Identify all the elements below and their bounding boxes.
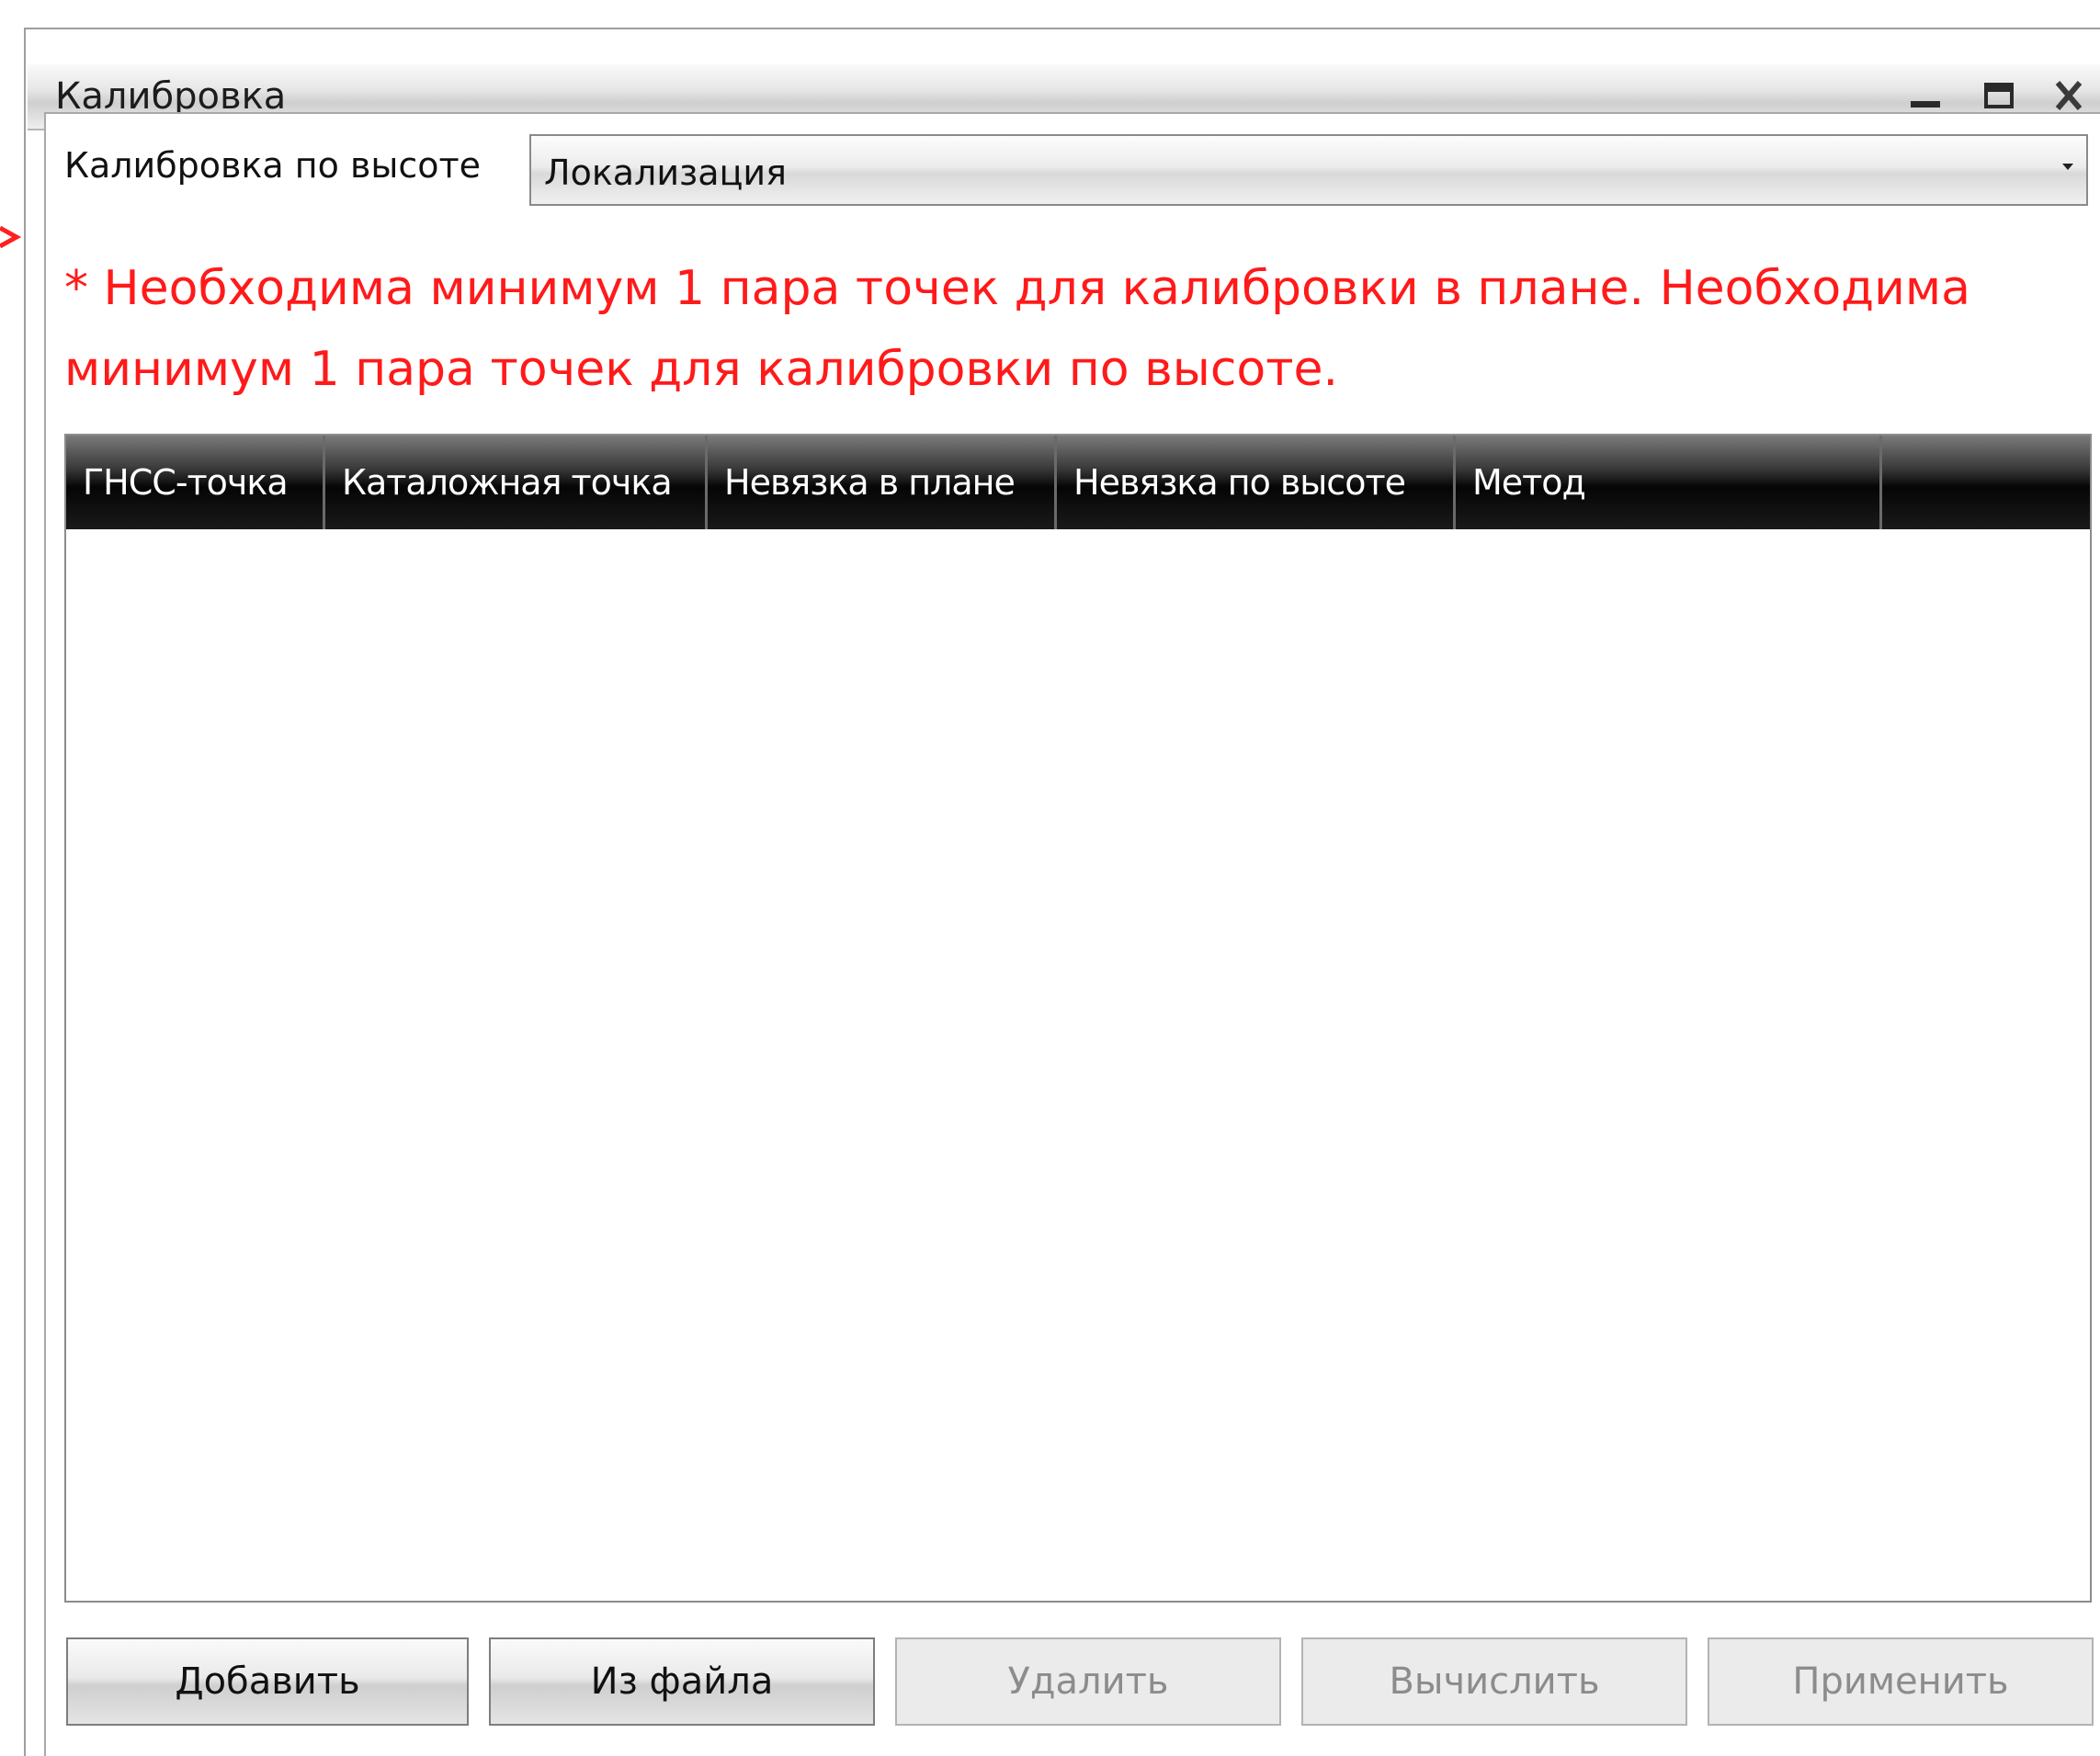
calculate-button[interactable]: Вычислить <box>1301 1637 1687 1726</box>
column-header-plan-residual[interactable]: Невязка в плане <box>708 436 1057 529</box>
close-icon <box>2055 81 2083 110</box>
table-header: ГНСС-точка Каталожная точка Невязка в пл… <box>66 436 2090 529</box>
height-calibration-selected-value: Локализация <box>544 153 787 193</box>
height-calibration-label: Калибровка по высоте <box>64 145 481 186</box>
height-calibration-select[interactable]: Локализация <box>529 134 2088 206</box>
warning-message: * Необходима минимум 1 пара точек для ка… <box>64 261 1970 397</box>
calibration-points-table: ГНСС-точка Каталожная точка Невязка в пл… <box>64 434 2092 1603</box>
column-header-height-residual[interactable]: Невязка по высоте <box>1057 436 1456 529</box>
chevron-down-icon <box>2062 164 2073 170</box>
maximize-icon <box>1984 83 2014 108</box>
column-header-empty <box>1882 436 2090 529</box>
delete-button[interactable]: Удалить <box>895 1637 1281 1726</box>
column-header-gnss-point[interactable]: ГНСС-точка <box>66 436 325 529</box>
table-body[interactable] <box>66 529 2090 1601</box>
from-file-button[interactable]: Из файла <box>489 1637 875 1726</box>
column-header-method[interactable]: Метод <box>1456 436 1882 529</box>
screen: Калибровка Калибровка по высоте Локализа… <box>0 0 2100 1756</box>
add-button[interactable]: Добавить <box>66 1637 469 1726</box>
minimize-icon <box>1911 101 1940 108</box>
apply-button[interactable]: Применить <box>1708 1637 2094 1726</box>
column-header-catalog-point[interactable]: Каталожная точка <box>325 436 708 529</box>
